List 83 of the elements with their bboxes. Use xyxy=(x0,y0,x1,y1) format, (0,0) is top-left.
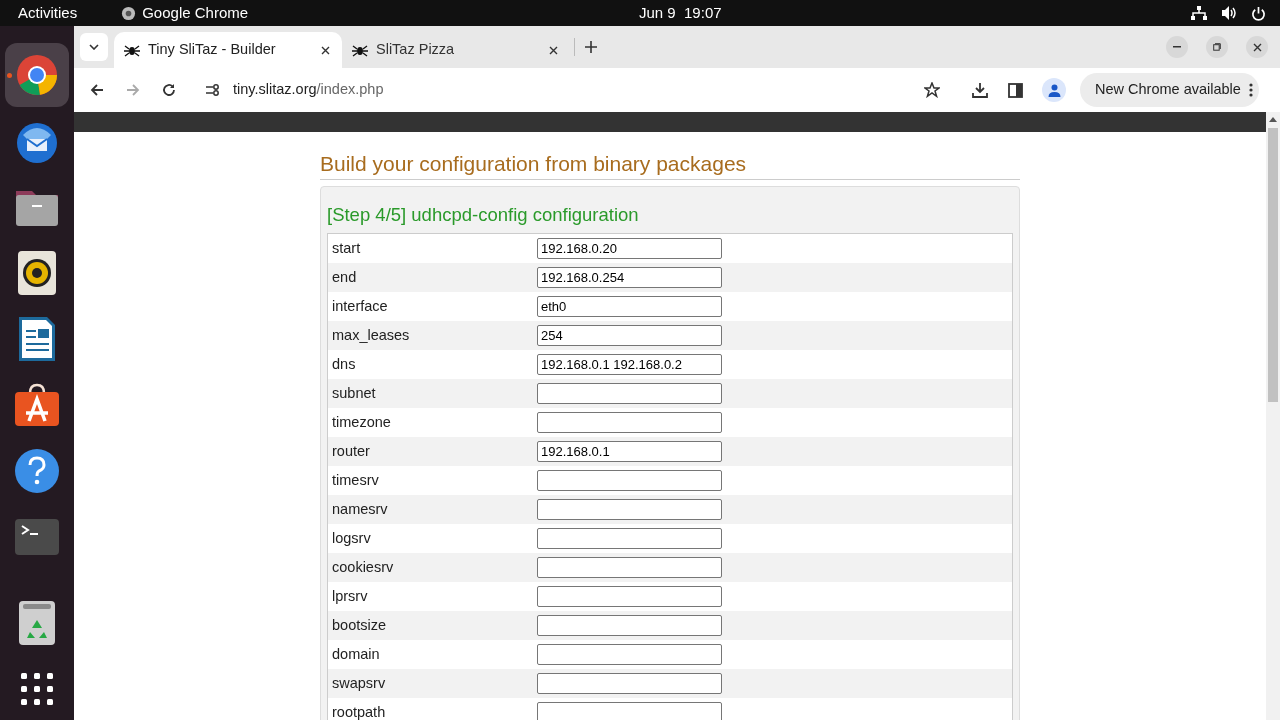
close-button[interactable] xyxy=(1246,36,1268,58)
field-label: timezone xyxy=(331,412,392,432)
dock-item[interactable] xyxy=(5,43,69,107)
input-field[interactable] xyxy=(537,528,722,549)
step-title: [Step 4/5] udhcpd-config configuration xyxy=(327,203,640,227)
field-label: dns xyxy=(331,354,357,374)
chevron-down-icon xyxy=(89,44,99,50)
field-label: logsrv xyxy=(331,528,372,548)
app-grid-icon xyxy=(21,673,53,705)
minimize-icon xyxy=(1173,46,1181,48)
terminal-icon xyxy=(15,519,59,555)
field-label: subnet xyxy=(331,383,377,403)
field-label: lprsrv xyxy=(331,586,369,606)
field-label: max_leases xyxy=(331,325,411,345)
input-field[interactable]: eth0 xyxy=(537,296,722,317)
scrollbar-thumb[interactable] xyxy=(1268,128,1278,402)
field-label: interface xyxy=(331,296,389,316)
tab-title: SliTaz Pizza xyxy=(376,40,455,60)
spider-icon xyxy=(352,43,368,57)
input-field[interactable]: 192.168.0.20 xyxy=(537,238,722,259)
tab-list-button[interactable] xyxy=(80,33,108,61)
input-field[interactable] xyxy=(537,499,722,520)
input-field[interactable]: 254 xyxy=(537,325,722,346)
restore-icon xyxy=(1213,43,1221,51)
chrome-icon xyxy=(121,5,137,21)
close-tab-icon[interactable] xyxy=(321,45,330,55)
field-label: start xyxy=(331,238,362,258)
update-button[interactable]: New Chrome available xyxy=(1080,73,1259,107)
page-heading: Build your configuration from binary packages xyxy=(320,150,1020,180)
field-label: namesrv xyxy=(331,499,389,519)
field-label: cookiesrv xyxy=(331,557,395,577)
input-field[interactable] xyxy=(537,412,722,433)
power-icon[interactable] xyxy=(1251,5,1266,21)
person-icon xyxy=(1047,83,1061,97)
input-field[interactable] xyxy=(537,673,722,694)
shopping-bag-icon xyxy=(14,383,60,427)
field-label: rootpath xyxy=(331,702,387,720)
star-icon[interactable] xyxy=(924,82,940,98)
input-field[interactable]: 192.168.0.254 xyxy=(537,267,722,288)
chrome-icon xyxy=(14,52,60,98)
field-label: bootsize xyxy=(331,615,387,635)
side-panel-icon[interactable] xyxy=(1008,82,1023,98)
scrollbar[interactable] xyxy=(1266,112,1280,720)
profile-avatar[interactable] xyxy=(1042,78,1066,102)
network-icon[interactable] xyxy=(1191,6,1207,20)
field-label: timesrv xyxy=(331,470,380,490)
speaker-icon xyxy=(18,251,56,295)
recycle-bin-icon xyxy=(19,601,55,645)
close-icon xyxy=(1252,42,1262,52)
more-icon xyxy=(1248,83,1253,97)
browser-tab[interactable]: Tiny SliTaz - Builder xyxy=(114,32,342,68)
download-icon[interactable] xyxy=(972,82,988,98)
restore-button[interactable] xyxy=(1206,36,1228,58)
input-field[interactable] xyxy=(537,615,722,636)
url-text: tiny.slitaz.org/index.php xyxy=(233,80,384,100)
input-field[interactable] xyxy=(537,470,722,491)
field-label: end xyxy=(331,267,358,287)
input-field[interactable] xyxy=(537,702,722,720)
activities-button[interactable]: Activities xyxy=(18,1,78,25)
reload-icon[interactable] xyxy=(162,83,176,97)
app-menu[interactable]: Google Chrome xyxy=(142,1,249,25)
input-field[interactable] xyxy=(537,586,722,607)
site-settings-icon[interactable] xyxy=(206,84,220,96)
input-field[interactable]: 192.168.0.1 192.168.0.2 xyxy=(537,354,722,375)
clock[interactable]: Jun 9 19:07 xyxy=(639,1,722,25)
input-field[interactable] xyxy=(537,383,722,404)
close-tab-icon[interactable] xyxy=(549,45,558,55)
back-icon[interactable] xyxy=(90,83,104,97)
tab-title: Tiny SliTaz - Builder xyxy=(148,40,276,60)
minimize-button[interactable] xyxy=(1166,36,1188,58)
spider-icon xyxy=(124,43,140,57)
field-label: swapsrv xyxy=(331,673,387,693)
input-field[interactable] xyxy=(537,644,722,665)
browser-tab[interactable]: SliTaz Pizza xyxy=(342,32,570,68)
input-field[interactable]: 192.168.0.1 xyxy=(537,441,722,462)
volume-icon[interactable] xyxy=(1221,6,1237,20)
document-icon xyxy=(18,316,56,362)
new-tab-icon[interactable] xyxy=(585,41,597,53)
field-label: domain xyxy=(331,644,381,664)
scroll-up-icon[interactable] xyxy=(1269,117,1277,122)
input-field[interactable] xyxy=(537,557,722,578)
field-label: router xyxy=(331,441,371,461)
help-icon xyxy=(14,448,60,494)
